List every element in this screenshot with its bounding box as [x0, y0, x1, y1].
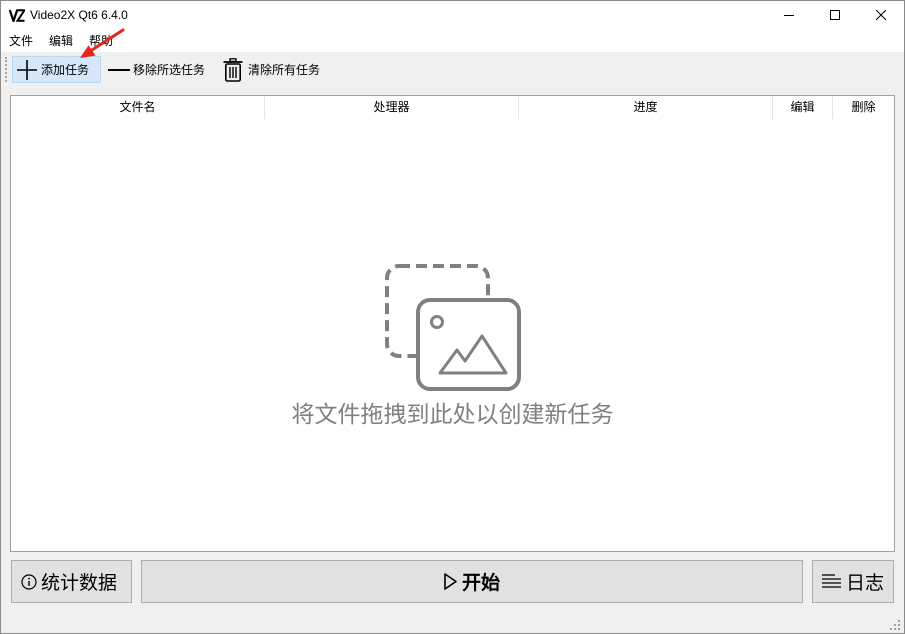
- log-button[interactable]: 日志: [812, 560, 894, 603]
- clear-all-label: 清除所有任务: [248, 63, 321, 77]
- column-header-edit[interactable]: 编辑: [773, 96, 833, 119]
- toolbar-grip[interactable]: [5, 57, 7, 82]
- maximize-button[interactable]: [812, 0, 858, 30]
- log-label: 日志: [846, 573, 885, 594]
- column-header-filename[interactable]: 文件名: [11, 96, 265, 119]
- trash-icon: [223, 57, 243, 82]
- empty-state-message: 将文件拖拽到此处以创建新任务: [291, 401, 614, 427]
- column-header-processor[interactable]: 处理器: [265, 96, 519, 119]
- menu-edit[interactable]: 编辑: [45, 34, 77, 49]
- info-icon: [21, 573, 37, 590]
- plus-icon: [17, 59, 37, 80]
- menu-file[interactable]: 文件: [5, 34, 37, 49]
- add-task-label: 添加任务: [41, 63, 90, 77]
- minus-icon: [108, 68, 130, 71]
- start-button[interactable]: 开始: [141, 560, 803, 603]
- start-label: 开始: [461, 573, 500, 594]
- statistics-button[interactable]: 统计数据: [11, 560, 132, 603]
- column-header-progress[interactable]: 进度: [519, 96, 773, 119]
- clear-all-button[interactable]: 清除所有任务: [218, 56, 324, 83]
- table-header: 文件名 处理器 进度 编辑 删除: [11, 96, 894, 119]
- minimize-button[interactable]: [766, 0, 812, 30]
- red-arrow-icon: [80, 28, 125, 58]
- close-button[interactable]: [858, 0, 904, 30]
- column-header-delete[interactable]: 删除: [833, 96, 894, 119]
- log-lines-icon: [822, 573, 841, 588]
- maximize-icon: [830, 10, 840, 20]
- table-body[interactable]: 将文件拖拽到此处以创建新任务: [11, 119, 894, 551]
- video2x-logo-icon: [8, 9, 27, 25]
- play-icon: [444, 573, 457, 590]
- minimize-icon: [784, 15, 794, 16]
- task-table[interactable]: 文件名 处理器 进度 编辑 删除 将文件拖拽到此处以创建新任务: [10, 95, 895, 552]
- window-title: Video2X Qt6 6.4.0: [30, 8, 128, 22]
- close-icon: [876, 10, 886, 20]
- statistics-label: 统计数据: [41, 573, 118, 594]
- app-window: Video2X Qt6 6.4.0 文件 编辑 帮助 添加任务 移除所选任务 清…: [0, 0, 905, 634]
- resize-grip-icon[interactable]: [887, 617, 901, 631]
- image-placeholder-icon: [385, 264, 521, 391]
- remove-selected-label: 移除所选任务: [133, 63, 206, 77]
- title-bar[interactable]: Video2X Qt6 6.4.0: [0, 0, 905, 31]
- toolbar: 添加任务 移除所选任务 清除所有任务: [1, 52, 904, 88]
- menu-bar: 文件 编辑 帮助: [1, 31, 904, 52]
